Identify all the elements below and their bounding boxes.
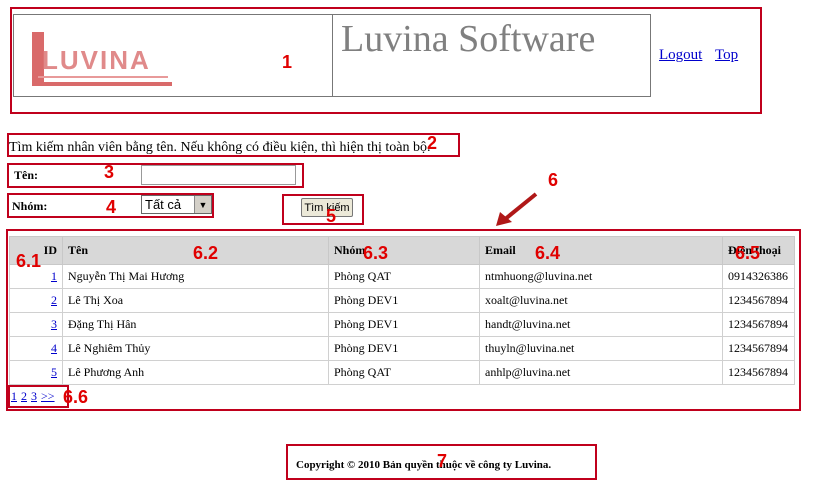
annotation-box-6-6: [8, 385, 69, 408]
annotation-box-3: [7, 163, 304, 188]
annotation-label: 6.4: [535, 243, 561, 263]
annotation-label: 2: [427, 133, 438, 153]
annotation-label: 6: [548, 170, 559, 190]
arrow-icon: [496, 192, 538, 226]
annotation-label: 5: [326, 206, 337, 226]
annotation-box-6: [6, 229, 801, 411]
annotation-label: 6.5: [735, 243, 761, 263]
annotation-box-2: [7, 133, 460, 157]
annotation-label: 7: [437, 451, 448, 471]
annotation-label: 6.3: [363, 243, 389, 263]
annotation-label: 6.6: [63, 387, 89, 407]
annotation-label: 6.1: [16, 251, 42, 271]
annotation-label: 4: [106, 197, 117, 217]
annotation-box-1: [10, 7, 762, 114]
annotation-label: 1: [282, 52, 293, 72]
annotation-label: 3: [104, 162, 115, 182]
annotation-box-5: [282, 194, 364, 225]
annotation-label: 6.2: [193, 243, 219, 263]
